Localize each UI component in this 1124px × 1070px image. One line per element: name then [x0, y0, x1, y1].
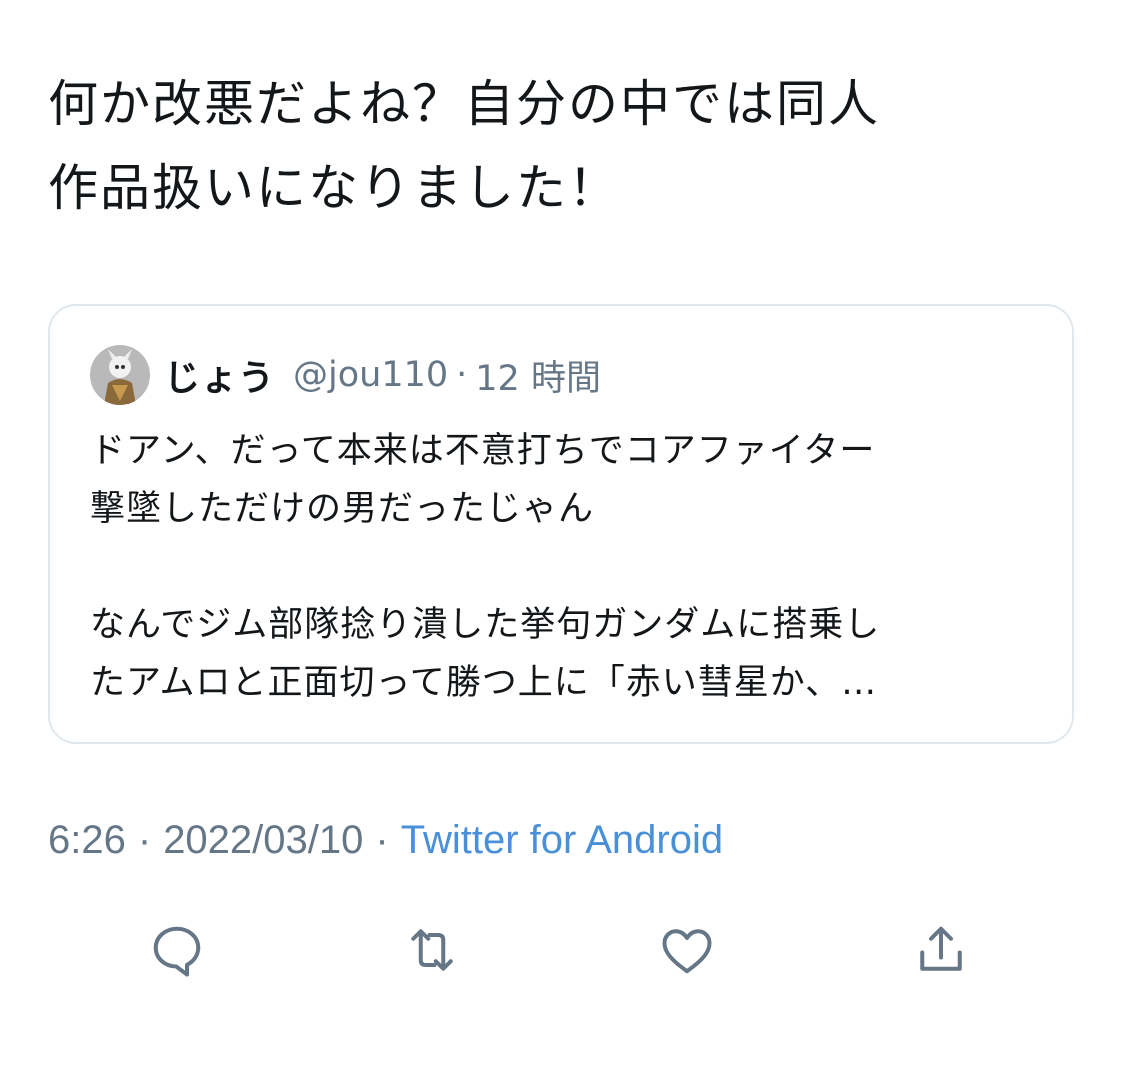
- quoted-tweet-body: ドアン、だって本来は不意打ちでコアファイター 撃墜しただけの男だったじゃん なん…: [90, 422, 1040, 712]
- reply-button[interactable]: [142, 915, 212, 985]
- share-icon: [920, 926, 962, 971]
- quoted-handle[interactable]: @jou110: [293, 355, 448, 395]
- like-button[interactable]: [652, 915, 722, 985]
- quoted-paragraph-2: なんでジム部隊捻り潰した挙句ガンダムに搭乗し たアムロと正面切って勝つ上に「赤い…: [90, 605, 881, 703]
- retweet-icon: [411, 929, 453, 971]
- quoted-paragraph-1: ドアン、だって本来は不意打ちでコアファイター 撃墜しただけの男だったじゃん: [90, 431, 876, 529]
- quoted-tweet-card[interactable]: じょう @jou110 · 12 時間 ドアン、だって本来は不意打ちでコアファイ…: [48, 304, 1074, 744]
- avatar[interactable]: [90, 345, 150, 405]
- quoted-timestamp[interactable]: 12 時間: [475, 350, 601, 401]
- retweet-button[interactable]: [397, 915, 467, 985]
- tweet-source-link[interactable]: Twitter for Android: [401, 818, 723, 862]
- separator-dot: ·: [375, 818, 389, 862]
- user-avatar-icon: [90, 345, 150, 405]
- tweet-time[interactable]: 6:26: [48, 818, 126, 862]
- share-button[interactable]: [906, 915, 976, 985]
- quoted-tweet-header: じょう @jou110 · 12 時間: [90, 344, 601, 406]
- tweet-meta: 6:26 · 2022/03/10 · Twitter for Android: [48, 818, 723, 863]
- tweet-text: 何か改悪だよね？自分の中では同人 作品扱いになりました！: [48, 75, 880, 217]
- reply-icon: [153, 926, 201, 977]
- tweet-date[interactable]: 2022/03/10: [163, 818, 363, 862]
- separator-dot: ·: [456, 355, 468, 395]
- separator-dot: ·: [137, 818, 152, 862]
- tweet-actions-bar: [0, 915, 1124, 985]
- like-icon: [662, 929, 712, 974]
- quoted-display-name[interactable]: じょう: [164, 349, 275, 401]
